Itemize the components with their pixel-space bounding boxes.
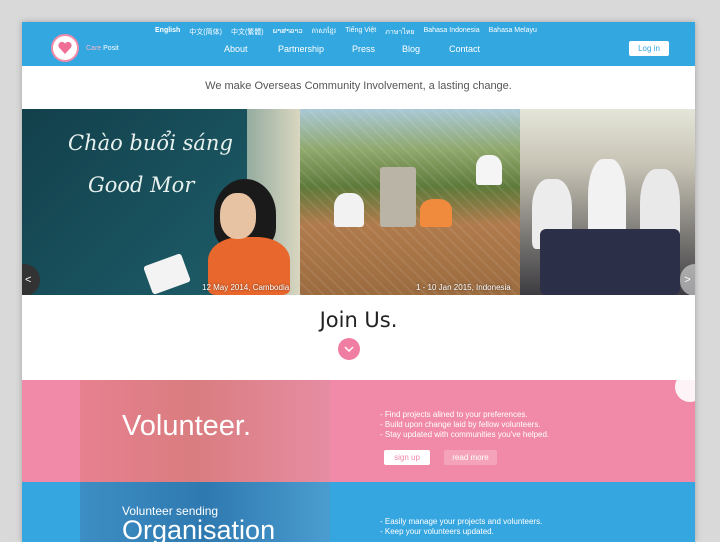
hero-photo-students: [520, 109, 695, 295]
header-bar: Care Posit English 中文(简体) 中文(繁體) ພາສາລາວ…: [22, 22, 695, 66]
lang-english[interactable]: English: [155, 27, 180, 38]
students-skirts: [540, 229, 680, 295]
lang-khmer[interactable]: ភាសាខ្មែរ: [312, 27, 336, 38]
join-heading: Join Us.: [319, 308, 398, 332]
organisation-section: Volunteer sending Organisation - Easily …: [22, 482, 695, 542]
organisation-title: Organisation: [122, 515, 276, 542]
read-more-button[interactable]: read more: [444, 450, 497, 465]
organisation-bullets: - Easily manage your projects and volunt…: [380, 517, 542, 537]
chalkboard-text-2: Good Mor: [88, 173, 195, 197]
volunteer-bullet-1: - Find projects alined to your preferenc…: [380, 410, 528, 419]
hero-carousel: Chào buổi sáng Good Mor 12 May 2014, Cam…: [22, 109, 695, 295]
worker-white-2: [476, 155, 502, 185]
join-scroll-button[interactable]: [338, 338, 360, 360]
lang-lao[interactable]: ພາສາລາວ: [273, 27, 303, 38]
organisation-bullet-2: - Keep your volunteers updated.: [380, 527, 494, 536]
chevron-down-icon: [344, 346, 354, 352]
nav-blog[interactable]: Blog: [402, 44, 420, 54]
volunteer-bullets: - Find projects alined to your preferenc…: [380, 410, 549, 440]
signup-button[interactable]: sign up: [384, 450, 430, 465]
caption-cambodia: 12 May 2014, Cambodia: [202, 283, 290, 292]
hero-photo-classroom: Chào buổi sáng Good Mor 12 May 2014, Cam…: [22, 109, 300, 295]
caption-indonesia: 1 - 10 Jan 2015, Indonesia: [416, 283, 511, 292]
worker-orange: [420, 199, 452, 227]
teacher-face: [220, 193, 256, 239]
lang-indonesian[interactable]: Bahasa Indonesia: [424, 27, 480, 38]
lang-vietnamese[interactable]: Tiếng Việt: [345, 27, 376, 38]
main-nav: About Partnership Press Blog Contact: [22, 44, 695, 58]
lang-thai[interactable]: ภาษาไทย: [385, 27, 414, 38]
login-button[interactable]: Log in: [629, 41, 669, 56]
brick-stack: [380, 167, 416, 227]
scroll-top-button[interactable]: [675, 372, 695, 402]
lang-chinese-traditional[interactable]: 中文(繁體): [231, 27, 264, 38]
page: Care Posit English 中文(简体) 中文(繁體) ພາສາລາວ…: [22, 22, 695, 542]
worker-white-1: [334, 193, 364, 227]
volunteer-section: Volunteer. - Find projects alined to you…: [22, 372, 695, 482]
volunteer-title: Volunteer.: [122, 410, 251, 442]
nav-contact[interactable]: Contact: [449, 44, 480, 54]
nav-partnership[interactable]: Partnership: [278, 44, 324, 54]
language-selector: English 中文(简体) 中文(繁體) ພາສາລາວ ភាសាខ្មែរ …: [155, 27, 537, 38]
hero-photo-construction: 1 - 10 Jan 2015, Indonesia: [300, 109, 520, 295]
volunteer-bullet-2: - Build upon change laid by fellow volun…: [380, 420, 541, 429]
lang-malay[interactable]: Bahasa Melayu: [489, 27, 537, 38]
organisation-bullet-1: - Easily manage your projects and volunt…: [380, 517, 543, 526]
volunteer-bullet-3: - Stay updated with communities you've h…: [380, 430, 550, 439]
tagline: We make Overseas Community Involvement, …: [205, 80, 512, 92]
chalkboard-text-1: Chào buổi sáng: [68, 131, 233, 155]
nav-about[interactable]: About: [224, 44, 248, 54]
lang-chinese-simplified[interactable]: 中文(简体): [189, 27, 222, 38]
nav-press[interactable]: Press: [352, 44, 375, 54]
